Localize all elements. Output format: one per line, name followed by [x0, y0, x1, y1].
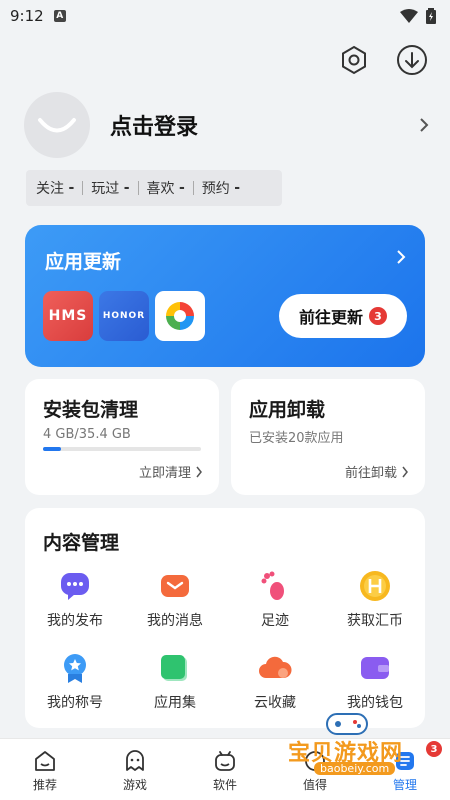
storage-bar [43, 447, 201, 451]
clean-now-link[interactable]: 立即清理 [139, 462, 203, 481]
stat-follow[interactable]: 关注 - [36, 178, 74, 198]
package-cleanup-title: 安装包清理 [43, 399, 139, 421]
hms-icon: HMS [43, 291, 93, 341]
go-update-button[interactable]: 前往更新 3 [279, 294, 407, 338]
my-wallet-item[interactable]: 我的钱包 [325, 646, 425, 714]
stat-value: - [68, 180, 75, 196]
clean-now-label: 立即清理 [138, 466, 191, 481]
stat-value: - [178, 180, 185, 196]
divider [192, 181, 194, 195]
app-store-icon [155, 291, 205, 341]
wallet-icon [357, 650, 393, 686]
mail-icon [157, 568, 193, 604]
stats-bar: 关注 - 玩过 - 喜欢 - 预约 - [26, 170, 282, 206]
grid-item-label: 获取汇币 [347, 613, 403, 629]
grid-item-label: 足迹 [261, 613, 289, 629]
gamepad-icon [326, 713, 368, 735]
divider [137, 181, 139, 195]
package-cleanup-card[interactable]: 安装包清理 4 GB/35.4 GB 立即清理 [25, 379, 219, 495]
nav-recommend[interactable]: 推荐 [0, 739, 90, 800]
my-titles-item[interactable]: 我的称号 [25, 646, 125, 714]
my-messages-item[interactable]: 我的消息 [125, 564, 225, 632]
game-icon [126, 750, 144, 771]
my-posts-item[interactable]: 我的发布 [25, 564, 125, 632]
grid-item-label: 我的发布 [47, 613, 103, 629]
profile-row[interactable]: 点击登录 [24, 92, 430, 158]
wifi-icon [400, 9, 418, 23]
settings-icon [342, 45, 366, 75]
stat-reserved[interactable]: 预约 - [202, 178, 240, 198]
avatar-smile-icon [38, 118, 76, 133]
home-icon [35, 751, 55, 771]
cloud-icon [257, 650, 293, 686]
notification-indicator: A [53, 10, 66, 22]
app-uninstall-card[interactable]: 应用卸载 已安装20款应用 前往卸载 [231, 379, 425, 495]
stat-label: 玩过 [91, 181, 120, 197]
cloud-favorites-item[interactable]: 云收藏 [225, 646, 325, 714]
update-count-badge: 3 [369, 307, 387, 325]
chevron-right-icon [196, 466, 202, 477]
grid-item-label: 应用集 [154, 695, 196, 711]
content-grid: 我的发布 我的消息 足迹 获取汇币 我的称号 应用集 云收藏 我的钱包 [25, 564, 425, 714]
app-update-card[interactable]: 应用更新 HMS HONOR 前往更新 3 [25, 225, 425, 367]
chat-bubble-icon [57, 568, 93, 604]
nav-games[interactable]: 游戏 [90, 739, 180, 800]
installed-count-text: 已安装20款应用 [249, 431, 344, 446]
chevron-right-icon[interactable] [418, 117, 430, 133]
grid-item-label: 云收藏 [254, 695, 296, 711]
go-update-label: 前往更新 [298, 308, 363, 327]
nav-label: 游戏 [122, 778, 147, 792]
stat-label: 喜欢 [146, 181, 175, 197]
grid-item-label: 我的钱包 [347, 695, 403, 711]
nav-label: 软件 [212, 778, 237, 792]
status-time: 9:12 [10, 7, 44, 25]
collection-icon [157, 650, 193, 686]
uninstall-title: 应用卸载 [249, 399, 326, 421]
nav-label: 推荐 [32, 778, 57, 792]
watermark: 宝贝游戏网 baobeiy.com [282, 710, 432, 780]
coin-icon [357, 568, 393, 604]
update-title: 应用更新 [45, 251, 122, 273]
content-management-card: 内容管理 我的发布 我的消息 足迹 获取汇币 我的称号 应用集 云收藏 我的钱包 [25, 508, 425, 728]
download-button[interactable] [394, 42, 430, 78]
login-text[interactable]: 点击登录 [110, 109, 198, 141]
footprint-item[interactable]: 足迹 [225, 564, 325, 632]
download-icon [397, 45, 427, 75]
chevron-right-icon [402, 466, 408, 477]
stat-label: 关注 [36, 181, 64, 197]
status-bar: 9:12 A [0, 0, 450, 32]
go-uninstall-label: 前往卸载 [344, 466, 397, 481]
stat-value: - [123, 180, 130, 196]
go-uninstall-link[interactable]: 前往卸载 [345, 462, 409, 481]
honor-icon: HONOR [99, 291, 149, 341]
grid-item-label: 我的称号 [47, 695, 103, 711]
footprint-icon [257, 568, 293, 604]
medal-icon [57, 650, 93, 686]
software-icon [215, 751, 235, 771]
storage-text: 4 GB/35.4 GB [43, 427, 131, 442]
chevron-right-icon[interactable] [395, 249, 407, 265]
avatar[interactable] [24, 92, 90, 158]
get-coins-item[interactable]: 获取汇币 [325, 564, 425, 632]
stat-liked[interactable]: 喜欢 - [147, 178, 185, 198]
divider [82, 181, 84, 195]
content-management-title: 内容管理 [43, 532, 120, 554]
update-apps: HMS HONOR [43, 291, 205, 341]
nav-software[interactable]: 软件 [180, 739, 270, 800]
grid-item-label: 我的消息 [147, 613, 203, 629]
stat-value: - [234, 180, 241, 196]
storage-bar-fill [43, 447, 61, 451]
watermark-url: baobeiy.com [314, 762, 396, 775]
settings-button[interactable] [336, 42, 372, 78]
stat-played[interactable]: 玩过 - [91, 178, 129, 198]
top-actions [336, 42, 430, 78]
stat-label: 预约 [201, 181, 230, 197]
battery-icon [426, 8, 436, 24]
app-collection-item[interactable]: 应用集 [125, 646, 225, 714]
